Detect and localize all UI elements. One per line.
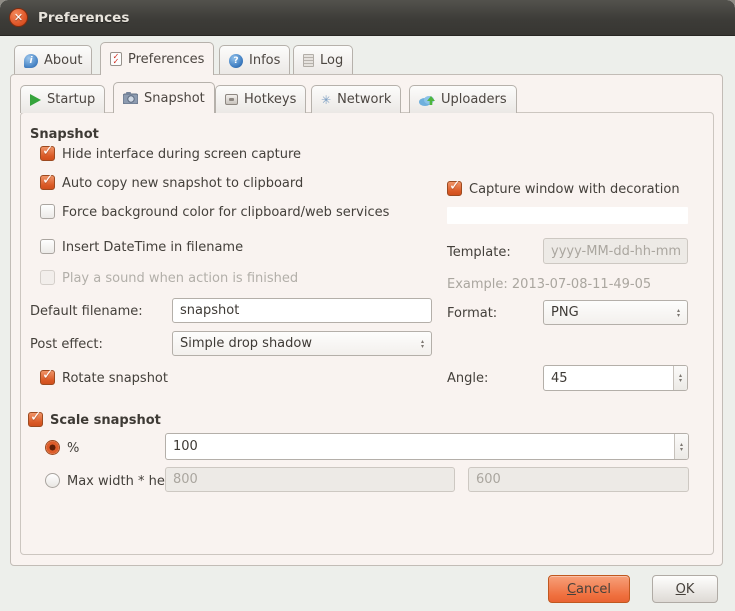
check-icon: ✓	[30, 409, 42, 425]
camera-icon	[123, 92, 138, 104]
default-filename-input[interactable]: snapshot	[172, 298, 432, 323]
combo-arrows-icon[interactable]: ▴ ▾	[677, 307, 680, 318]
insert-datetime-label[interactable]: Insert DateTime in filename	[62, 240, 243, 255]
tab-hotkeys-label: Hotkeys	[244, 92, 297, 107]
tab-infos-label: Infos	[249, 53, 281, 68]
scale-snapshot-label[interactable]: Scale snapshot	[50, 413, 161, 428]
hide-interface-checkbox[interactable]: ✓	[40, 143, 55, 161]
post-effect-label: Post effect:	[30, 337, 103, 352]
preferences-window: ✕ Preferences i About ✓ ✓ Preferences ? I…	[0, 0, 735, 611]
cloud-upload-icon	[419, 95, 435, 106]
check-icon: ✓	[449, 178, 461, 194]
window-title: Preferences	[38, 10, 130, 26]
auto-copy-checkbox[interactable]: ✓	[40, 172, 55, 190]
tab-log-label: Log	[320, 53, 344, 68]
force-bg-color-label[interactable]: Force background color for clipboard/web…	[62, 205, 389, 220]
key-icon	[225, 94, 238, 105]
info-balloon-icon: i	[24, 53, 38, 68]
ok-button[interactable]: OK	[652, 575, 718, 603]
tab-startup-label: Startup	[47, 92, 96, 107]
template-example-text: Example: 2013-07-08-11-49-05	[447, 277, 652, 292]
insert-datetime-checkbox[interactable]	[40, 239, 55, 254]
play-sound-label: Play a sound when action is finished	[62, 271, 299, 286]
format-value: PNG	[551, 305, 579, 320]
rotate-snapshot-label[interactable]: Rotate snapshot	[62, 371, 168, 386]
max-height-value: 600	[476, 472, 501, 487]
template-label: Template:	[447, 245, 511, 260]
tab-infos[interactable]: ? Infos	[219, 45, 291, 75]
cancel-button-label: Cancel	[566, 581, 612, 597]
cancel-button[interactable]: Cancel	[548, 575, 630, 603]
help-icon: ?	[229, 53, 243, 68]
spinner-arrows-icon[interactable]: ▴ ▾	[673, 434, 688, 459]
tab-snapshot-label: Snapshot	[144, 90, 205, 106]
spinner-arrows-icon[interactable]: ▴ ▾	[672, 366, 687, 390]
max-width-value: 800	[173, 472, 198, 487]
close-icon[interactable]: ✕	[9, 8, 28, 27]
auto-copy-label[interactable]: Auto copy new snapshot to clipboard	[62, 176, 303, 191]
tab-uploaders-label: Uploaders	[441, 92, 507, 107]
rotate-snapshot-checkbox[interactable]: ✓	[40, 367, 55, 385]
hide-interface-label[interactable]: Hide interface during screen capture	[62, 147, 301, 162]
default-filename-value: snapshot	[180, 303, 240, 318]
checklist-icon: ✓ ✓	[110, 52, 122, 66]
percent-radio[interactable]	[45, 440, 60, 455]
default-filename-label: Default filename:	[30, 304, 143, 319]
tab-network[interactable]: ✳ Network	[311, 85, 402, 113]
network-icon: ✳	[321, 92, 332, 107]
angle-value: 45	[551, 370, 568, 386]
capture-decoration-checkbox[interactable]: ✓	[447, 178, 462, 196]
angle-spinbox[interactable]: 45 ▴ ▾	[543, 365, 688, 391]
post-effect-combobox[interactable]: Simple drop shadow ▴ ▾	[172, 331, 432, 356]
check-icon: ✓	[42, 367, 54, 383]
template-value: yyyy-MM-dd-hh-mm-ss	[551, 243, 680, 259]
tab-snapshot[interactable]: Snapshot	[113, 82, 215, 113]
check-icon: ✓	[42, 172, 54, 188]
capture-decoration-label[interactable]: Capture window with decoration	[469, 182, 680, 197]
percent-label[interactable]: %	[67, 441, 79, 456]
template-input: yyyy-MM-dd-hh-mm-ss	[543, 238, 688, 264]
max-height-input: 600	[468, 467, 689, 492]
tab-about[interactable]: i About	[14, 45, 93, 75]
play-sound-checkbox	[40, 270, 55, 285]
post-effect-value: Simple drop shadow	[180, 336, 312, 351]
tab-preferences[interactable]: ✓ ✓ Preferences	[100, 42, 215, 75]
format-combobox[interactable]: PNG ▴ ▾	[543, 300, 688, 325]
tab-network-label: Network	[337, 92, 392, 107]
titlebar[interactable]: ✕ Preferences	[0, 0, 735, 36]
tab-uploaders[interactable]: Uploaders	[409, 85, 517, 113]
force-bg-color-checkbox[interactable]	[40, 204, 55, 219]
background-color-swatch[interactable]	[447, 207, 688, 224]
tab-about-label: About	[44, 53, 83, 68]
angle-label: Angle:	[447, 371, 489, 386]
max-wh-radio[interactable]	[45, 473, 60, 488]
format-label: Format:	[447, 306, 498, 321]
percent-value: 100	[173, 439, 198, 454]
tab-startup[interactable]: Startup	[20, 85, 106, 113]
percent-spinbox[interactable]: 100 ▴ ▾	[165, 433, 689, 460]
ok-button-label: OK	[675, 581, 695, 597]
tab-preferences-label: Preferences	[128, 51, 205, 67]
tab-log[interactable]: Log	[293, 45, 354, 75]
log-icon	[303, 54, 314, 67]
max-width-input: 800	[165, 467, 455, 492]
check-icon: ✓	[42, 143, 54, 159]
play-icon	[30, 93, 41, 106]
snapshot-group-title: Snapshot	[30, 127, 99, 142]
combo-arrows-icon[interactable]: ▴ ▾	[421, 338, 424, 349]
tab-hotkeys[interactable]: Hotkeys	[215, 85, 307, 113]
scale-snapshot-checkbox[interactable]: ✓	[28, 409, 43, 427]
